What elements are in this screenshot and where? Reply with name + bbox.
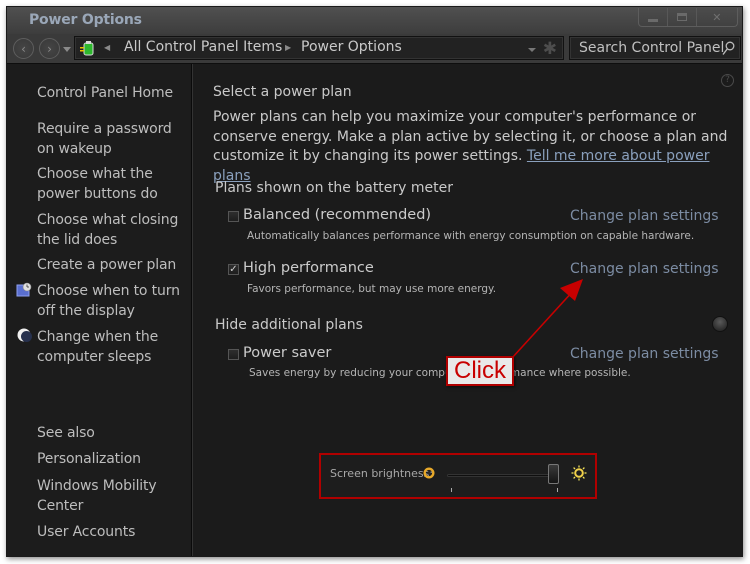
maximize-icon xyxy=(676,13,687,21)
link-line: off the display xyxy=(37,302,135,319)
balanced-checkbox[interactable] xyxy=(228,211,239,222)
forward-arrow-icon: › xyxy=(47,41,52,56)
link-line: Personalization xyxy=(37,451,141,467)
slider-tick-min xyxy=(451,488,452,492)
plan-high-performance-description: Favors performance, but may use more ene… xyxy=(247,283,497,295)
slider-tick-max xyxy=(557,488,558,492)
breadcrumb-power-options[interactable]: Power Options xyxy=(301,39,402,55)
link-line: on wakeup xyxy=(37,140,112,157)
link-line: Choose what closing xyxy=(37,212,179,228)
help-icon[interactable]: ? xyxy=(721,74,734,87)
link-line: Choose when to turn xyxy=(37,283,180,299)
sidebar-closing-lid[interactable]: Choose what closing the lid does xyxy=(37,211,187,250)
link-line: Change when the xyxy=(37,329,159,345)
plan-power-saver-name[interactable]: Power saver xyxy=(243,345,331,361)
screen-brightness-label: Screen brightness: xyxy=(330,467,434,480)
click-annotation-label: Click xyxy=(446,356,514,386)
link-line: Require a password xyxy=(37,121,172,137)
page-description: Power plans can help you maximize your c… xyxy=(213,108,733,186)
brightness-slider-thumb[interactable] xyxy=(548,464,559,484)
plan-power-saver-description: Saves energy by reducing your computer's… xyxy=(249,367,631,379)
power-options-icon xyxy=(80,41,94,56)
sidebar-power-buttons[interactable]: Choose what the power buttons do xyxy=(37,165,187,204)
recent-pages-dropdown[interactable] xyxy=(63,47,71,52)
forward-button[interactable]: › xyxy=(39,38,60,59)
page-title: Select a power plan xyxy=(213,84,352,100)
link-line: Center xyxy=(37,497,84,514)
link-line: Choose what the xyxy=(37,166,153,182)
link-line: the lid does xyxy=(37,231,118,248)
close-button[interactable]: ✕ xyxy=(697,8,737,26)
sidebar-control-panel-home[interactable]: Control Panel Home xyxy=(37,84,187,104)
search-box[interactable]: Search Control Panel xyxy=(569,36,741,60)
navigation-bar: ‹ › ◀ All Control Panel Items ▶ Power Op… xyxy=(7,34,742,63)
sidebar-create-power-plan[interactable]: Create a power plan xyxy=(37,256,187,276)
back-button[interactable]: ‹ xyxy=(13,38,34,59)
plan-high-performance-name[interactable]: High performance xyxy=(243,260,374,276)
bright-brightness-icon xyxy=(571,465,587,481)
high-performance-checkbox[interactable]: ✓ xyxy=(228,264,239,275)
sidebar-require-password[interactable]: Require a password on wakeup xyxy=(37,120,187,159)
hide-additional-plans-heading[interactable]: Hide additional plans xyxy=(215,317,363,333)
brightness-slider-track[interactable] xyxy=(447,474,559,477)
link-line: User Accounts xyxy=(37,524,136,540)
power-saver-change-plan-link[interactable]: Change plan settings xyxy=(570,346,719,362)
dim-brightness-icon xyxy=(423,467,435,479)
link-line: computer sleeps xyxy=(37,348,152,365)
collapse-plans-button[interactable] xyxy=(712,316,728,332)
link-line: power buttons do xyxy=(37,185,158,202)
maximize-button[interactable] xyxy=(668,8,697,26)
check-icon: ✓ xyxy=(229,264,238,275)
sidebar-windows-mobility-center[interactable]: Windows Mobility Center xyxy=(37,477,187,516)
plan-balanced-description: Automatically balances performance with … xyxy=(247,230,695,242)
minimize-icon xyxy=(647,18,658,22)
screen-brightness-bar: Screen brightness: xyxy=(319,453,597,499)
sidebar: Control Panel Home Require a password on… xyxy=(7,64,192,556)
high-performance-change-plan-link[interactable]: Change plan settings xyxy=(570,261,719,277)
breadcrumb-separator-icon[interactable]: ▶ xyxy=(285,43,291,52)
display-timer-icon xyxy=(16,282,32,297)
breadcrumb-all-control-panel-items[interactable]: All Control Panel Items xyxy=(124,39,282,55)
window-title: Power Options xyxy=(29,12,142,28)
balanced-change-plan-link[interactable]: Change plan settings xyxy=(570,208,719,224)
link-line: Create a power plan xyxy=(37,257,177,273)
minimize-button[interactable] xyxy=(639,8,668,26)
search-input[interactable]: Search Control Panel xyxy=(579,40,724,56)
search-icon[interactable] xyxy=(722,41,735,56)
sidebar-turn-off-display[interactable]: Choose when to turn off the display xyxy=(37,282,187,321)
breadcrumb-separator-icon[interactable]: ◀ xyxy=(104,43,110,52)
address-bar[interactable]: ◀ All Control Panel Items ▶ Power Option… xyxy=(74,36,564,60)
refresh-icon[interactable]: ✱ xyxy=(543,39,557,59)
moon-icon xyxy=(17,328,32,342)
window-controls: ✕ xyxy=(638,8,738,27)
close-icon: ✕ xyxy=(712,10,722,24)
sidebar-user-accounts[interactable]: User Accounts xyxy=(37,523,187,543)
title-bar[interactable]: Power Options ✕ xyxy=(7,7,742,34)
see-also-heading: See also xyxy=(37,425,95,441)
link-line: Windows Mobility xyxy=(37,478,157,494)
power-saver-checkbox[interactable] xyxy=(228,349,239,360)
plan-balanced-name[interactable]: Balanced (recommended) xyxy=(243,207,431,223)
sidebar-computer-sleeps[interactable]: Change when the computer sleeps xyxy=(37,328,187,367)
back-arrow-icon: ‹ xyxy=(21,41,26,56)
sidebar-personalization[interactable]: Personalization xyxy=(37,450,187,470)
battery-meter-heading: Plans shown on the battery meter xyxy=(215,180,454,196)
address-dropdown-icon[interactable] xyxy=(528,48,536,52)
